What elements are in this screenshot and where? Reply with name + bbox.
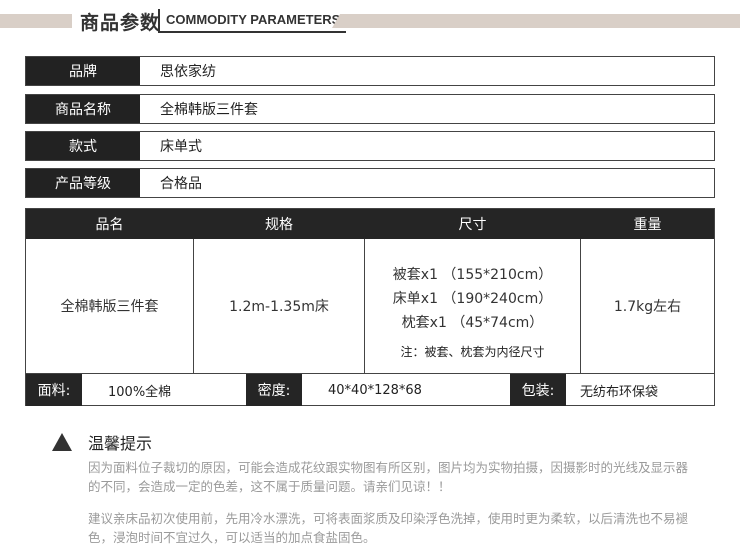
tips-paragraph: 因为面料位子裁切的原因，可能会造成花纹跟实物图有所区别，图片均为实物拍摄，因摄影…: [88, 460, 689, 494]
cell-product-name: 全棉韩版三件套: [60, 299, 159, 315]
section-header: 商品参数 COMMODITY PARAMETERS: [0, 8, 740, 34]
footer-value-fabric: 100%全棉: [108, 384, 172, 400]
footer-value-package: 无纺布环保袋: [580, 384, 659, 400]
cell-sizes: 被套x1 （155*210cm） 床单x1 （190*240cm） 枕套x1 （…: [365, 239, 580, 373]
header-cell-name: 品名: [95, 217, 124, 233]
attr-value: 床单式: [160, 139, 202, 155]
attr-value: 思依家纺: [160, 64, 216, 80]
footer-value-density: 40*40*128*68: [328, 382, 422, 398]
attr-value: 全棉韩版三件套: [160, 102, 258, 118]
header-band-right: [332, 14, 740, 28]
attr-label: 产品等级: [26, 169, 140, 197]
attr-row-product-name: 商品名称 全棉韩版三件套: [25, 94, 715, 124]
warning-triangle-icon: [52, 433, 72, 451]
header-band-left: [0, 14, 72, 28]
footer-label-density: 密度:: [246, 374, 302, 406]
attr-label: 商品名称: [26, 95, 140, 123]
section-subtitle: COMMODITY PARAMETERS: [158, 9, 347, 33]
size-note: 注：被套、枕套为内径尺寸: [400, 345, 545, 359]
cell-weight: 1.7kg左右: [613, 299, 682, 315]
tips-paragraph: 建议亲床品初次使用前，先用冷水漂洗，可将表面浆质及印染浮色洗掉，使用时更为柔软，…: [88, 511, 689, 545]
attr-label: 款式: [26, 132, 140, 160]
header-cell-weight: 重量: [633, 217, 662, 233]
size-line: 床单x1 （190*240cm）: [392, 291, 553, 307]
header-cell-size: 尺寸: [458, 217, 487, 233]
spec-table: 品名 规格 尺寸 重量 全棉韩版三件套 1.2m-1.35m床 被套x1 （15…: [25, 208, 715, 406]
attr-label: 品牌: [26, 57, 140, 85]
attr-value: 合格品: [160, 176, 202, 192]
size-line: 被套x1 （155*210cm）: [392, 267, 553, 283]
header-cell-spec: 规格: [265, 217, 293, 233]
section-title: 商品参数: [80, 12, 161, 34]
size-line: 枕套x1 （45*74cm）: [401, 315, 544, 331]
attr-row-style: 款式 床单式: [25, 131, 715, 161]
footer-label-fabric: 面料:: [26, 374, 82, 406]
cell-spec: 1.2m-1.35m床: [229, 299, 329, 315]
spec-table-footer: 面料: 100%全棉 密度: 40*40*128*68 包装: 无纺布环保袋: [26, 373, 714, 406]
tips-title: 温馨提示: [88, 434, 153, 453]
footer-label-package: 包装:: [510, 374, 566, 406]
attr-row-brand: 品牌 思依家纺: [25, 56, 715, 86]
spec-table-header: 品名 规格 尺寸 重量: [26, 209, 714, 239]
tips-heading: 温馨提示: [52, 430, 152, 454]
attr-row-grade: 产品等级 合格品: [25, 168, 715, 198]
